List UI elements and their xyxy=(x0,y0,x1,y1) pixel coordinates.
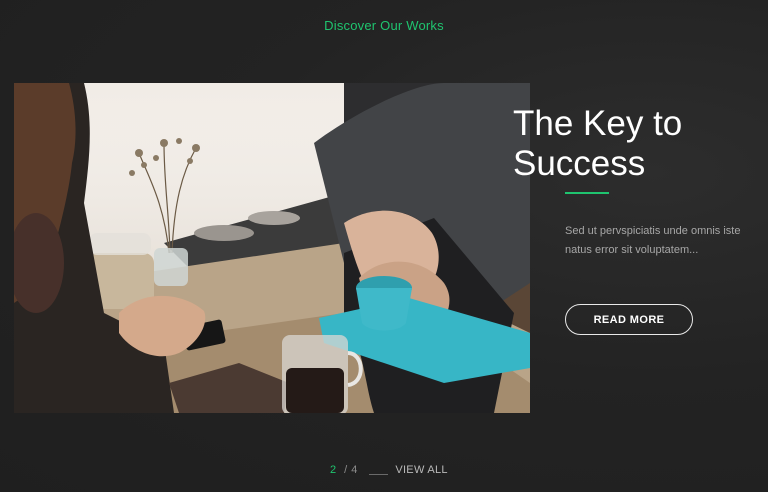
title-divider xyxy=(565,192,609,194)
slide-image xyxy=(14,83,530,413)
slide-pager: 2 / 4 VIEW ALL xyxy=(330,462,448,478)
pager-total: 4 xyxy=(351,464,358,476)
pager-line xyxy=(369,473,389,475)
slide-description: Sed ut pervspiciatis unde omnis iste nat… xyxy=(565,225,741,256)
slide-title: The Key to Success xyxy=(513,104,683,183)
pager-current: 2 xyxy=(330,464,337,476)
pager-separator: / xyxy=(344,464,348,476)
view-all-link[interactable]: VIEW ALL xyxy=(395,464,448,476)
read-more-button[interactable]: READ MORE xyxy=(565,304,693,335)
section-eyebrow: Discover Our Works xyxy=(324,18,444,33)
